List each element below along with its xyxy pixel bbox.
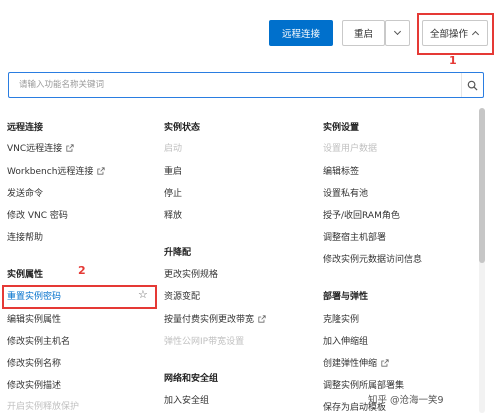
group-title-instance-attributes: 实例属性 xyxy=(7,270,44,280)
menu-item-label: 修改实例名称 xyxy=(7,359,62,369)
menu-item-label: 重启 xyxy=(164,167,183,177)
menu-scrollbar[interactable] xyxy=(479,108,485,413)
group-title-upgrade-downgrade: 升降配 xyxy=(164,248,192,258)
search-button[interactable] xyxy=(461,73,483,97)
annotation-marker-1: 1 xyxy=(449,54,457,67)
menu-item-create-auto-scaling[interactable]: 创建弹性伸缩 xyxy=(323,356,389,369)
menu-item-workbench-remote[interactable]: Workbench远程连接 xyxy=(7,164,106,177)
menu-item-restart[interactable]: 重启 xyxy=(164,164,182,177)
menu-item-label: 设置私有池 xyxy=(323,189,369,199)
menu-item-modify-hostname[interactable]: 修改实例主机名 xyxy=(7,334,70,347)
menu-item-label: 编辑实例属性 xyxy=(7,315,62,325)
menu-item-label: 修改实例主机名 xyxy=(7,337,71,347)
group-title-instance-status: 实例状态 xyxy=(164,123,201,133)
menu-item-label: 编辑标签 xyxy=(323,167,360,177)
group-title-remote-connect: 远程连接 xyxy=(7,123,44,133)
menu-item-label: 弹性公网IP带宽设置 xyxy=(164,337,245,347)
menu-item-join-scaling-group[interactable]: 加入伸缩组 xyxy=(323,334,368,347)
menu-item-label: 资源变配 xyxy=(164,292,201,302)
menu-item-connect-help[interactable]: 连接帮助 xyxy=(7,230,43,243)
menu-item-clone-instance[interactable]: 克隆实例 xyxy=(323,312,359,325)
menu-item-adjust-deployment-set[interactable]: 调整实例所属部署集 xyxy=(323,378,404,391)
menu-item-change-bandwidth[interactable]: 按量付费实例更改带宽 xyxy=(164,312,266,325)
menu-item-label: 调整宿主机部署 xyxy=(323,233,387,243)
annotation-marker-2: 2 xyxy=(78,264,86,277)
group-title-deployment-elasticity: 部署与弹性 xyxy=(323,292,369,302)
menu-item-change-spec[interactable]: 更改实例规格 xyxy=(164,267,218,280)
menu-item-edit-tags[interactable]: 编辑标签 xyxy=(323,164,359,177)
menu-item-start[interactable]: 启动 xyxy=(164,141,182,154)
menu-item-modify-instance-description[interactable]: 修改实例描述 xyxy=(7,378,61,391)
menu-item-label: 修改实例描述 xyxy=(7,381,62,391)
menu-item-label: VNC远程连接 xyxy=(7,144,63,154)
menu-item-label: 克隆实例 xyxy=(323,315,360,325)
restart-button[interactable]: 重启 xyxy=(342,20,385,46)
scrollbar-thumb[interactable] xyxy=(479,108,485,263)
restart-label: 重启 xyxy=(353,29,373,40)
more-dropdown-button[interactable] xyxy=(385,20,410,46)
menu-item-reset-instance-password[interactable]: 重置实例密码 xyxy=(7,289,61,302)
menu-item-label: 启动 xyxy=(164,144,183,154)
menu-item-adjust-host-deployment[interactable]: 调整宿主机部署 xyxy=(323,230,386,243)
menu-item-release-protection[interactable]: 开启实例释放保护 xyxy=(7,399,79,412)
menu-item-modify-metadata-access[interactable]: 修改实例元数据访问信息 xyxy=(323,252,422,265)
menu-item-label: 释放 xyxy=(164,211,183,221)
menu-item-label: 加入伸缩组 xyxy=(323,337,369,347)
menu-item-release[interactable]: 释放 xyxy=(164,208,182,221)
menu-item-label: 加入安全组 xyxy=(164,396,210,406)
menu-item-modify-instance-name[interactable]: 修改实例名称 xyxy=(7,356,61,369)
menu-item-label: 设置用户数据 xyxy=(323,144,378,154)
external-link-icon xyxy=(66,143,74,152)
menu-item-label: Workbench远程连接 xyxy=(7,167,94,177)
menu-item-label: 修改 VNC 密码 xyxy=(7,211,68,221)
menu-item-label: 更改实例规格 xyxy=(164,270,219,280)
annotation-box-1 xyxy=(417,13,494,55)
menu-item-label: 重置实例密码 xyxy=(7,292,62,302)
menu-item-join-security-group[interactable]: 加入安全组 xyxy=(164,393,209,406)
star-icon[interactable]: ☆ xyxy=(138,288,148,301)
remote-connect-button[interactable]: 远程连接 xyxy=(269,20,333,46)
menu-item-ram-role[interactable]: 授予/收回RAM角色 xyxy=(323,208,400,221)
external-link-icon xyxy=(381,358,389,367)
menu-item-vnc-remote[interactable]: VNC远程连接 xyxy=(7,141,74,154)
menu-item-edit-instance-attributes[interactable]: 编辑实例属性 xyxy=(7,312,61,325)
menu-item-label: 开启实例释放保护 xyxy=(7,402,80,412)
menu-item-resource-change[interactable]: 资源变配 xyxy=(164,289,200,302)
menu-item-stop[interactable]: 停止 xyxy=(164,186,182,199)
menu-item-label: 停止 xyxy=(164,189,183,199)
menu-item-set-private-pool[interactable]: 设置私有池 xyxy=(323,186,368,199)
external-link-icon xyxy=(97,166,106,175)
menu-item-label: 授予/收回RAM角色 xyxy=(323,211,400,221)
menu-item-label: 调整实例所属部署集 xyxy=(323,381,405,391)
menu-item-label: 发送命令 xyxy=(7,189,44,199)
external-link-icon xyxy=(258,314,266,323)
search-box xyxy=(8,72,484,98)
menu-item-label: 修改实例元数据访问信息 xyxy=(323,255,423,265)
menu-item-label: 按量付费实例更改带宽 xyxy=(164,315,255,325)
chevron-down-icon xyxy=(393,27,402,36)
search-icon xyxy=(467,80,478,91)
group-title-network-security: 网络和安全组 xyxy=(164,374,219,384)
menu-item-label: 连接帮助 xyxy=(7,233,44,243)
menu-item-modify-vnc-password[interactable]: 修改 VNC 密码 xyxy=(7,208,68,221)
group-title-instance-settings: 实例设置 xyxy=(323,123,360,133)
remote-connect-label: 远程连接 xyxy=(281,29,320,40)
menu-item-eip-bandwidth[interactable]: 弹性公网IP带宽设置 xyxy=(164,334,244,347)
menu-item-send-command[interactable]: 发送命令 xyxy=(7,186,43,199)
search-input[interactable] xyxy=(9,73,462,97)
menu-item-label: 创建弹性伸缩 xyxy=(323,359,378,369)
menu-item-set-user-data[interactable]: 设置用户数据 xyxy=(323,141,377,154)
watermark: 知乎 @沧海一笑9 xyxy=(368,395,444,406)
